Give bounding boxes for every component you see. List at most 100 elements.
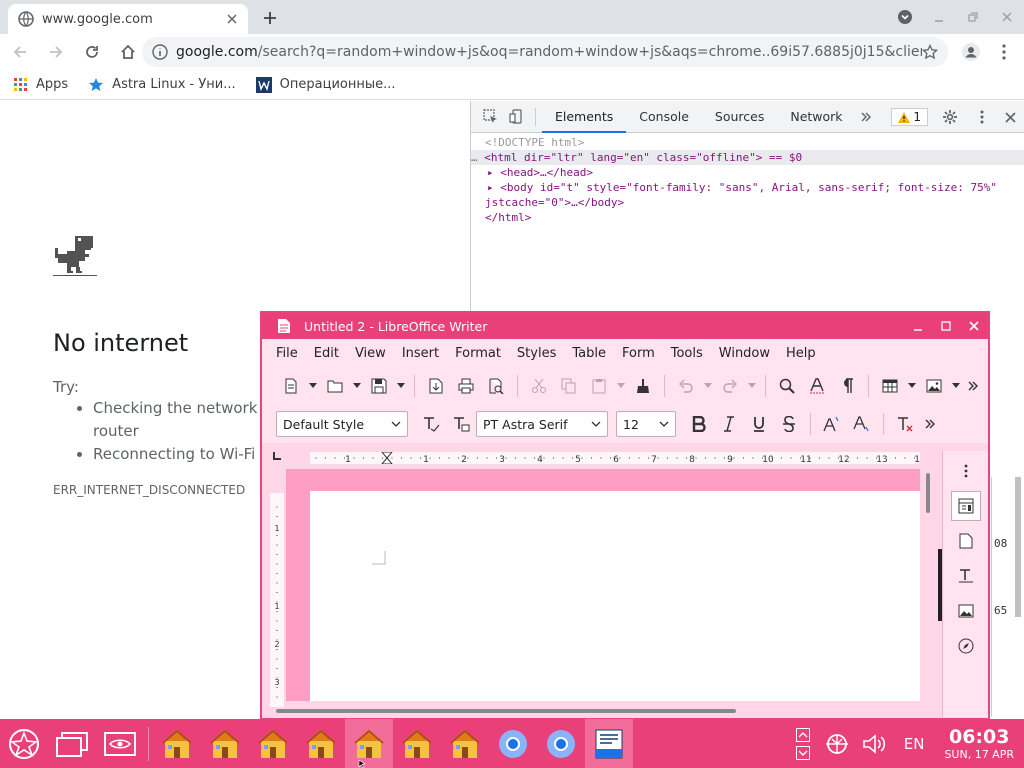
more-menu-icon[interactable] [992,37,1016,67]
minimize-icon[interactable] [904,313,932,339]
vscroll-thumb[interactable] [926,473,930,513]
taskbar-home-1[interactable] [153,719,201,768]
volume-icon[interactable] [856,719,894,768]
toolbar-overflow-icon[interactable] [963,371,983,401]
keyboard-layout[interactable]: EN [894,735,935,753]
inspect-element-icon[interactable] [477,101,503,133]
vertical-scrollbar[interactable] [924,469,932,705]
devtools-menu-icon[interactable] [972,101,992,133]
profile-dropdown-icon[interactable] [888,0,922,34]
hscroll-thumb[interactable] [276,709,736,713]
menu-edit[interactable]: Edit [306,346,347,361]
insert-table-icon[interactable] [875,371,905,401]
image-dropdown-icon[interactable] [949,371,963,401]
device-toolbar-icon[interactable] [503,101,529,133]
export-pdf-icon[interactable] [421,371,451,401]
sidebar-menu-icon[interactable] [951,456,981,486]
bookmark-star-icon[interactable] [922,44,938,60]
minimize-icon[interactable] [922,0,956,34]
paragraph-style-combo[interactable]: Default Style [276,411,408,437]
bold-icon[interactable] [684,409,714,439]
dinosaur-icon[interactable] [53,234,97,278]
close-window-icon[interactable] [960,313,988,339]
taskbar-home-5[interactable] [345,719,393,768]
menu-table[interactable]: Table [564,346,614,361]
redo-dropdown-icon[interactable] [745,371,759,401]
devtools-scrollbar[interactable] [1015,477,1021,617]
clock[interactable]: 06:03 SUN, 17 APR [934,727,1024,760]
sidebar-navigator-icon[interactable] [951,631,981,661]
home-icon[interactable] [112,36,144,68]
italic-icon[interactable] [714,409,744,439]
paste-dropdown-icon[interactable] [614,371,628,401]
find-replace-icon[interactable] [772,371,802,401]
network-icon[interactable] [818,719,856,768]
taskbar-chromium-2[interactable] [537,719,585,768]
new-style-icon[interactable] [446,409,476,439]
indent-marker-icon[interactable] [381,452,393,464]
vertical-ruler[interactable]: 1 1 2 3 [270,493,284,707]
dom-doctype[interactable]: <!DOCTYPE html> [471,135,1024,150]
superscript-icon[interactable] [817,409,847,439]
dom-body[interactable]: ▸ <body id="t" style="font-family: "sans… [471,180,1024,195]
menu-file[interactable]: File [268,346,306,361]
tab-network[interactable]: Network [777,101,855,133]
account-icon[interactable] [956,37,986,67]
open-folder-icon[interactable] [320,371,350,401]
cut-icon[interactable] [524,371,554,401]
warning-badge[interactable]: 1 [891,108,928,126]
document-page[interactable] [310,491,920,701]
font-name-combo[interactable]: PT Astra Serif [476,411,608,437]
new-document-icon[interactable] [276,371,306,401]
dom-html-open[interactable]: … <html dir="ltr" lang="en" class="offli… [471,150,1024,165]
copy-icon[interactable] [554,371,584,401]
sidebar-styles-icon[interactable] [951,561,981,591]
save-dropdown-icon[interactable] [394,371,408,401]
horizontal-ruler[interactable]: 11234567891011121314 [310,452,920,464]
close-window-icon[interactable] [990,0,1024,34]
reload-icon[interactable] [76,36,108,68]
open-dropdown-icon[interactable] [350,371,364,401]
subscript-icon[interactable] [847,409,877,439]
restore-icon[interactable] [956,0,990,34]
tray-expand[interactable] [788,727,818,760]
horizontal-scrollbar[interactable] [272,707,922,715]
address-bar[interactable]: google.com/search?q=random+window+js&oq=… [142,37,948,67]
show-desktop-button[interactable] [48,719,96,768]
start-menu-button[interactable] [0,719,48,768]
menu-form[interactable]: Form [614,346,663,361]
sidebar-gallery-icon[interactable] [951,596,981,626]
menu-help[interactable]: Help [778,346,824,361]
workspace-viewer-button[interactable] [96,719,144,768]
menu-format[interactable]: Format [447,346,509,361]
underline-icon[interactable] [744,409,774,439]
clear-formatting-icon[interactable] [890,409,920,439]
paste-icon[interactable] [584,371,614,401]
tab-sources[interactable]: Sources [702,101,777,133]
table-dropdown-icon[interactable] [905,371,919,401]
taskbar-home-4[interactable] [297,719,345,768]
dom-head[interactable]: ▸ <head>…</head> [471,165,1024,180]
tab-stop-icon[interactable] [272,451,282,461]
undo-dropdown-icon[interactable] [701,371,715,401]
menu-insert[interactable]: Insert [394,346,447,361]
strikethrough-icon[interactable] [774,409,804,439]
save-icon[interactable] [364,371,394,401]
taskbar-home-7[interactable] [441,719,489,768]
print-icon[interactable] [451,371,481,401]
close-devtools-icon[interactable] [1000,101,1020,133]
bookmark-os[interactable]: Операционные... [255,76,396,93]
font-size-combo[interactable]: 12 [616,411,676,437]
more-tabs-icon[interactable] [856,101,876,133]
settings-gear-icon[interactable] [936,101,964,133]
info-icon[interactable] [152,44,168,60]
print-preview-icon[interactable] [481,371,511,401]
spelling-icon[interactable] [802,371,832,401]
menu-view[interactable]: View [347,346,394,361]
menu-styles[interactable]: Styles [509,346,564,361]
maximize-icon[interactable] [932,313,960,339]
bookmark-astra-linux[interactable]: Astra Linux - Уни... [88,77,236,93]
tab-console[interactable]: Console [626,101,702,133]
browser-tab[interactable]: www.google.com [8,4,248,34]
new-dropdown-icon[interactable] [306,371,320,401]
